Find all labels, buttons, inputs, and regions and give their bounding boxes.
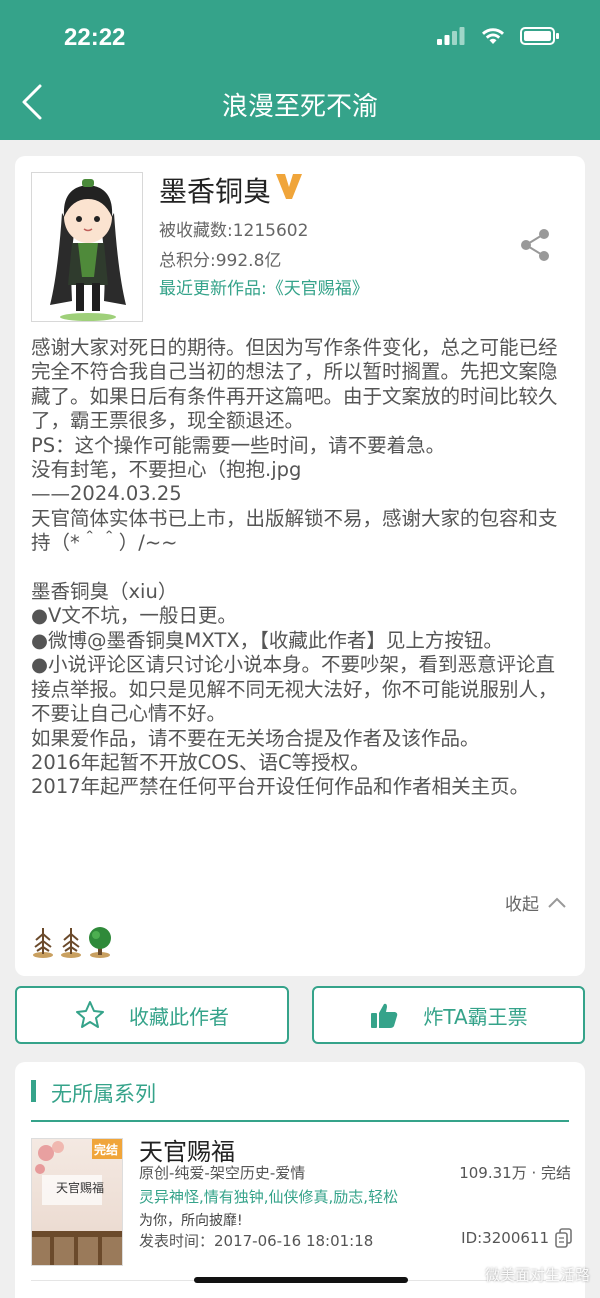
verified-v-badge-icon <box>276 174 302 199</box>
watermark: 微美面对生活路 <box>484 1266 590 1284</box>
section-divider <box>31 1120 569 1122</box>
collect-author-label: 收藏此作者 <box>129 1004 229 1029</box>
avatar-illustration <box>50 179 126 321</box>
book-publish-time: 发表时间：2017-06-16 18:01:18 <box>139 1232 374 1250</box>
book-id[interactable]: ID:3200611 <box>461 1228 573 1248</box>
collapse-button[interactable]: 收起 <box>505 890 567 915</box>
app-header: 22:22 浪漫至死不渝 <box>0 0 600 140</box>
bare-tree-icon <box>61 928 81 958</box>
collapse-label: 收起 <box>505 895 539 915</box>
book-cover-badge: 完结 <box>93 1143 118 1157</box>
collected-count: 被收藏数:1215602 <box>159 221 309 241</box>
author-avatar[interactable] <box>31 172 143 322</box>
wifi-icon <box>482 28 504 44</box>
latest-work-link[interactable]: 最近更新作品:《天官赐福》 <box>159 274 369 299</box>
book-stats: 109.31万 · 完结 <box>459 1164 571 1182</box>
book-genre: 原创-纯爱-架空历史-爱情 <box>139 1164 306 1182</box>
author-level-trees <box>31 924 113 958</box>
collect-author-button[interactable]: 收藏此作者 <box>15 986 289 1044</box>
book-tags: 灵异神怪,情有独钟,仙侠修真,励志,轻松 <box>139 1188 399 1206</box>
author-name: 墨香铜臭 <box>159 175 272 208</box>
author-profile-card: 墨香铜臭 被收藏数:1215602 总积分:992.8亿 最近更新作品:《天官赐… <box>15 156 585 976</box>
bawang-ticket-label: 炸TA霸王票 <box>423 1004 528 1029</box>
battery-icon <box>520 27 559 45</box>
status-time: 22:22 <box>64 24 126 51</box>
book-id-label: ID:3200611 <box>461 1229 549 1247</box>
series-card: 无所属系列 完结 天官赐福 天官赐福 原创-纯爱-架空历史-爱情 109.31万… <box>15 1062 585 1298</box>
series-title: 无所属系列 <box>51 1082 156 1106</box>
book-cover-title: 天官赐福 <box>56 1181 105 1195</box>
status-icons <box>436 26 560 46</box>
bare-tree-icon <box>33 928 53 958</box>
green-tree-icon <box>89 927 111 958</box>
section-marker <box>31 1080 36 1102</box>
thumbs-up-icon <box>371 1003 398 1028</box>
chevron-up-icon <box>548 897 566 908</box>
copy-icon <box>555 1228 572 1248</box>
book-description: 为你，所向披靡! <box>139 1213 243 1229</box>
book-cover[interactable]: 完结 天官赐福 <box>31 1138 123 1266</box>
share-icon[interactable] <box>519 228 551 262</box>
book-cover-art <box>32 1139 122 1265</box>
author-intro-text: 感谢大家对死日的期待。但因为写作条件变化，总之可能已经完全不符合我自己当初的想法… <box>31 336 558 799</box>
total-score: 总积分:992.8亿 <box>159 251 282 271</box>
home-indicator[interactable] <box>194 1277 408 1283</box>
star-icon <box>76 1001 104 1028</box>
page-title: 浪漫至死不渝 <box>221 92 378 122</box>
cellular-signal-icon <box>437 27 465 45</box>
bawang-ticket-button[interactable]: 炸TA霸王票 <box>312 986 585 1044</box>
